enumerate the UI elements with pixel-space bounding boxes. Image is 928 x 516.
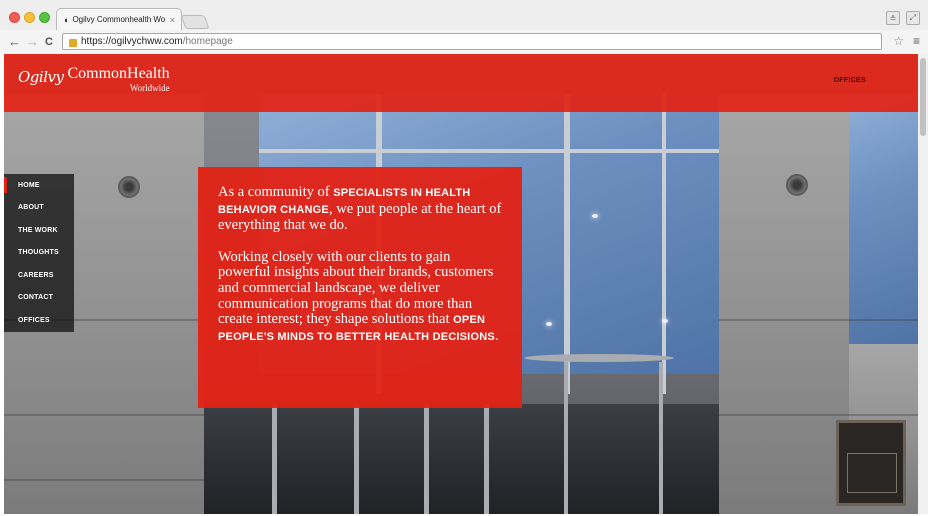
back-arrow-icon[interactable]: ← [8,34,21,50]
intro-paragraph-2: Working closely with our clients to gain… [218,249,504,346]
wall-lamp [786,174,808,196]
nav-item-careers[interactable]: CAREERS [4,264,74,287]
header-offices-link[interactable]: OFFICES [834,77,866,84]
intro-text: As a community of [218,184,334,200]
building-plaque [836,420,906,506]
ceiling-light [546,322,552,326]
stone-pillar-right [719,94,849,514]
stone-joint [719,319,918,321]
browser-chrome: ◖ Ogilvy Commonhealth Wo × ≗ ⤢ ← → C htt… [0,0,928,54]
bookmark-star-icon[interactable]: ☆ [893,34,904,48]
window-mullion [564,94,570,394]
site-header: Ogilvy CommonHealth Worldwide OFFICES [4,54,918,112]
side-navigation: HOME ABOUT THE WORK THOUGHTS CAREERS CON… [4,174,74,332]
new-tab-button[interactable] [180,15,210,29]
intro-paragraph-1: As a community of SPECIALISTS IN HEALTH … [218,184,504,234]
window-mullion [662,94,666,394]
favicon-icon: ◖ [63,14,69,25]
intro-text: . [494,327,499,344]
revolving-door-post [564,362,568,514]
tab-bar: ◖ Ogilvy Commonhealth Wo × ≗ ⤢ [0,0,928,30]
revolving-door-canopy [524,354,674,362]
tab-title: Ogilvy Commonhealth Wo [72,15,166,24]
revolving-door-post [659,362,663,514]
nav-item-offices[interactable]: OFFICES [4,309,74,332]
window-transom [259,149,719,153]
nav-item-about[interactable]: ABOUT [4,197,74,220]
plaque-frame [847,453,897,493]
stone-joint [719,414,918,416]
page-scrollbar[interactable] [918,54,928,514]
fullscreen-icon[interactable]: ⤢ [906,11,920,25]
hamburger-menu-icon[interactable]: ≡ [913,34,920,48]
browser-tab[interactable]: ◖ Ogilvy Commonhealth Wo × [56,8,182,30]
ceiling-light [592,214,598,218]
company-logo[interactable]: Ogilvy CommonHealth Worldwide [18,65,170,93]
scrollbar-thumb[interactable] [920,58,926,136]
tab-close-icon[interactable]: × [170,15,175,25]
stone-joint [4,414,204,416]
stone-joint [4,479,204,481]
wall-lamp [118,176,140,198]
entrance-doors [204,404,719,514]
url-scheme: https:// [81,36,112,47]
door-frame [354,404,359,514]
lock-icon [69,38,77,47]
nav-item-contact[interactable]: CONTACT [4,287,74,310]
window-close-button[interactable] [9,12,20,23]
web-page: Ogilvy CommonHealth Worldwide OFFICES HO… [4,54,918,514]
logo-script: Ogilvy [18,68,64,86]
nav-item-the-work[interactable]: THE WORK [4,219,74,242]
door-frame [272,404,277,514]
forward-arrow-icon[interactable]: → [26,34,39,50]
logo-wordmark: CommonHealth Worldwide [67,65,169,93]
door-frame [424,404,429,514]
url-path: /homepage [182,36,233,47]
address-bar[interactable]: https:// ogilvychww.com /homepage [62,33,882,50]
ceiling-light [662,319,668,323]
logo-sub-text: Worldwide [129,83,170,93]
nav-item-thoughts[interactable]: THOUGHTS [4,242,74,265]
glass-facade-right [849,94,918,344]
user-profile-icon[interactable]: ≗ [886,11,900,25]
intro-content-box: As a community of SPECIALISTS IN HEALTH … [198,167,522,408]
nav-item-home[interactable]: HOME [4,174,74,197]
url-host: ogilvychww.com [111,36,183,47]
window-minimize-button[interactable] [24,12,35,23]
reload-icon[interactable]: C [45,34,53,50]
door-frame [484,404,489,514]
window-maximize-button[interactable] [39,12,50,23]
logo-main-text: CommonHealth [67,65,170,82]
